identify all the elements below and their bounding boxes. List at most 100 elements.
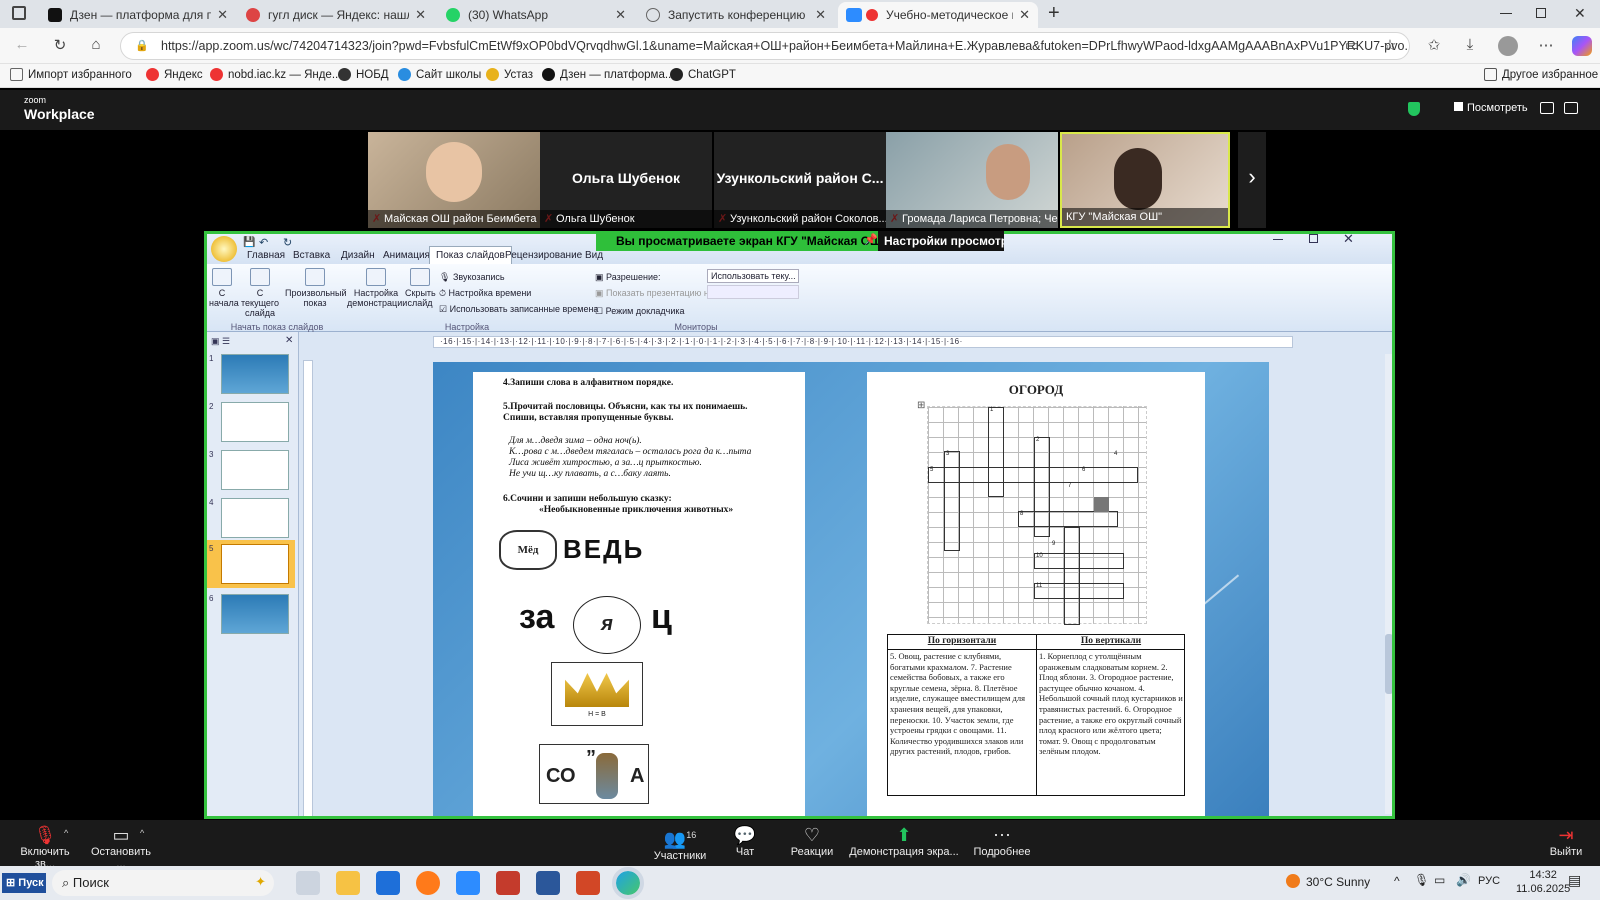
- shield-icon[interactable]: [1408, 102, 1420, 116]
- downloads-icon[interactable]: ⤓: [1460, 36, 1480, 53]
- resolution-select[interactable]: Использовать теку...: [707, 269, 799, 283]
- participant-tile[interactable]: Ольга Шубенок ✗ Ольга Шубенок: [540, 132, 712, 228]
- hide-slide-button[interactable]: Скрыть слайд: [405, 268, 436, 308]
- vertical-scrollbar[interactable]: [1385, 354, 1392, 814]
- use-timings-checkbox[interactable]: ☑ Использовать записанные времена: [439, 304, 598, 315]
- rehearse-button[interactable]: ⏱ Настройка времени: [439, 288, 531, 299]
- bookmark-dzen[interactable]: Дзен — платформа...: [542, 68, 674, 81]
- favorite-star-icon[interactable]: ☆: [1380, 36, 1400, 54]
- bookmark-yandex[interactable]: Яндекс: [146, 68, 203, 81]
- close-window-icon[interactable]: ✕: [1343, 234, 1354, 247]
- restore-icon[interactable]: [1309, 234, 1318, 243]
- save-icon[interactable]: 💾: [243, 237, 255, 248]
- fullscreen-icon[interactable]: [1564, 102, 1578, 114]
- zoom-taskbar-icon[interactable]: [456, 871, 480, 895]
- participant-tile[interactable]: Узункольский район С... ✗ Узункольский р…: [714, 132, 886, 228]
- undo-icon[interactable]: ↶: [259, 236, 268, 249]
- browser-tab-whatsapp[interactable]: (30) WhatsApp ✕: [438, 2, 634, 28]
- start-button[interactable]: ⊞ Пуск: [2, 873, 46, 893]
- store-icon[interactable]: [376, 871, 400, 895]
- bookmark-nobd-iac[interactable]: nobd.iac.kz — Янде...: [210, 68, 341, 81]
- firefox-icon[interactable]: [416, 871, 440, 895]
- bookmark-chatgpt[interactable]: ChatGPT: [670, 68, 736, 81]
- browser-tab-zoom-launch[interactable]: Запустить конференцию - Zoom ✕: [638, 2, 834, 28]
- minimize-icon[interactable]: [1273, 239, 1283, 240]
- restore-icon[interactable]: [1536, 8, 1546, 18]
- bookmark-import[interactable]: Импорт избранного: [10, 68, 132, 81]
- more-menu-icon[interactable]: ⋯: [1536, 36, 1556, 54]
- weather-widget[interactable]: 30°C Sunny: [1286, 874, 1370, 889]
- from-start-button[interactable]: С начала: [209, 268, 239, 308]
- video-options-chevron-icon[interactable]: ^: [140, 828, 144, 838]
- file-explorer-icon[interactable]: [336, 871, 360, 895]
- outline-tab-icon[interactable]: ▣ ☰: [211, 336, 230, 347]
- browser-tab-dzen[interactable]: Дзен — платформа для просмо ✕: [40, 2, 236, 28]
- participant-tile[interactable]: ✗ Громада Лариса Петровна; Че...: [886, 132, 1058, 228]
- show-on-select[interactable]: [707, 285, 799, 299]
- back-arrow-icon[interactable]: ←: [12, 36, 32, 53]
- powerpoint-alt-icon[interactable]: [496, 871, 520, 895]
- participants-button[interactable]: 👥16 Участники: [650, 824, 710, 862]
- participant-tile[interactable]: ✗ Майская ОШ район Беимбета ...: [368, 132, 540, 228]
- bookmark-nobd[interactable]: НОБД: [338, 68, 389, 81]
- slide-thumbnail[interactable]: [221, 498, 289, 538]
- custom-show-button[interactable]: Произвольный показ: [285, 268, 347, 308]
- powerpoint-icon[interactable]: [576, 871, 600, 895]
- chat-button[interactable]: 💬 Чат: [720, 824, 770, 858]
- task-view-icon[interactable]: [296, 871, 320, 895]
- ppt-tab-animation[interactable]: Анимация: [377, 250, 436, 261]
- redo-icon[interactable]: ↻: [283, 236, 292, 249]
- slide-thumbnail-selected[interactable]: [221, 544, 289, 584]
- reactions-button[interactable]: ♡ Реакции: [784, 824, 840, 858]
- new-tab-button[interactable]: +: [1048, 2, 1060, 25]
- slide-thumbnail[interactable]: [221, 354, 289, 394]
- browser-tab-yandex[interactable]: гугл диск — Яндекс: нашлось 83 ✕: [238, 2, 434, 28]
- slide-thumbnail[interactable]: [221, 594, 289, 634]
- close-icon[interactable]: ✕: [415, 7, 426, 23]
- ppt-tab-view[interactable]: Вид: [579, 250, 609, 261]
- audio-options-chevron-icon[interactable]: ^: [64, 828, 68, 838]
- minimize-icon[interactable]: [1500, 13, 1512, 14]
- volume-icon[interactable]: 🔊: [1456, 873, 1471, 887]
- close-icon[interactable]: ✕: [815, 7, 826, 23]
- close-pane-icon[interactable]: ✕: [285, 335, 293, 346]
- close-icon[interactable]: ✕: [217, 7, 228, 23]
- view-settings-button[interactable]: Настройки просмотр: [878, 231, 1004, 251]
- bookmark-ustaz[interactable]: Устаз: [486, 68, 533, 81]
- microphone-tray-icon[interactable]: 🎙: [1414, 873, 1429, 887]
- search-box[interactable]: ⌕ Поиск ✦: [52, 870, 274, 896]
- slide-thumbnail[interactable]: [221, 402, 289, 442]
- other-bookmarks[interactable]: Другое избранное: [1484, 68, 1598, 81]
- chat-bubble-icon[interactable]: [1540, 102, 1554, 114]
- ppt-tab-design[interactable]: Дизайн: [335, 250, 381, 261]
- language-indicator[interactable]: РУС: [1478, 875, 1500, 887]
- bookmark-school-site[interactable]: Сайт школы: [398, 68, 481, 81]
- slide-thumbnail[interactable]: [221, 450, 289, 490]
- stop-video-button[interactable]: ▭ Остановить ...: [86, 824, 156, 870]
- close-icon[interactable]: ✕: [1019, 7, 1030, 23]
- presenter-view-checkbox[interactable]: ☐ Режим докладчика: [595, 306, 685, 317]
- close-icon[interactable]: ✕: [615, 7, 626, 23]
- move-handle-icon[interactable]: ⊞: [917, 400, 925, 411]
- browser-tab-active[interactable]: Учебно-методическое пос ✕: [838, 2, 1038, 28]
- close-window-icon[interactable]: ✕: [1574, 5, 1586, 22]
- app-available-icon[interactable]: ▭: [1342, 36, 1362, 54]
- home-icon[interactable]: ⌂: [86, 36, 106, 53]
- setup-show-button[interactable]: Настройка демонстрации: [347, 268, 407, 308]
- view-button[interactable]: Посмотреть: [1454, 102, 1528, 114]
- from-current-button[interactable]: С текущего слайда: [237, 268, 283, 318]
- office-button-icon[interactable]: [211, 236, 237, 262]
- avatar[interactable]: [1498, 36, 1518, 56]
- share-screen-button[interactable]: ⬆ Демонстрация экра...: [848, 824, 960, 858]
- leave-button[interactable]: ⇥ Выйти: [1544, 824, 1588, 858]
- word-icon[interactable]: [536, 871, 560, 895]
- tray-chevron-icon[interactable]: ^: [1394, 874, 1400, 888]
- copilot-icon[interactable]: [1572, 36, 1592, 56]
- ppt-tab-insert[interactable]: Вставка: [287, 250, 336, 261]
- ppt-tab-review[interactable]: Рецензирование: [499, 250, 588, 261]
- unmute-button[interactable]: 🎙 Включить зв...: [10, 824, 80, 870]
- edge-icon[interactable]: [612, 867, 644, 899]
- favorites-icon[interactable]: ✩: [1424, 36, 1444, 54]
- tab-actions-icon[interactable]: [12, 6, 26, 20]
- next-page-chevron-icon[interactable]: ›: [1238, 132, 1266, 228]
